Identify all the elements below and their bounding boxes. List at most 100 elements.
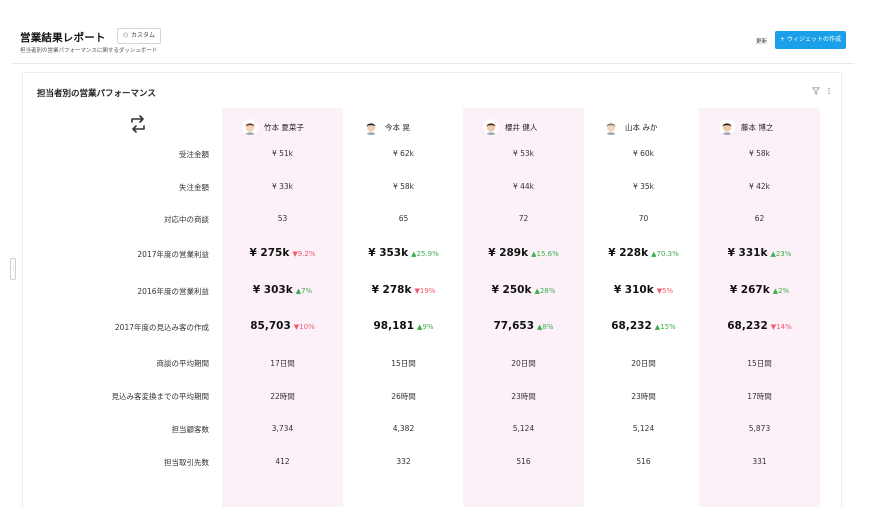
avatar <box>363 119 379 135</box>
cell-value: 98,181 <box>373 320 415 332</box>
change-percent: 19% <box>419 287 436 295</box>
cell-value: 5,124 <box>512 424 535 433</box>
cell-value: 77,653 <box>493 320 535 332</box>
more-vertical-icon[interactable] <box>827 87 831 97</box>
table-cell: 17日間 <box>222 358 343 369</box>
cell-value: 72 <box>518 214 529 223</box>
cell-value: 15日間 <box>747 359 772 368</box>
table-cell: 516 <box>583 457 704 466</box>
card-title: 担当者別の営業パフォーマンス <box>37 89 156 99</box>
table-cell: 23時間 <box>583 391 704 402</box>
change-down-badge: ▼19% <box>414 287 435 295</box>
table-cell: 5,124 <box>583 424 704 433</box>
header-divider <box>12 63 854 64</box>
table-cell: 5,124 <box>463 424 584 433</box>
table-cell: 20日間 <box>463 358 584 369</box>
table-cell: 98,181 ▲9% <box>343 320 464 332</box>
table-cell: 26時間 <box>343 391 464 402</box>
cell-value: 5,124 <box>632 424 655 433</box>
table-cell: ¥ 250k ▲28% <box>463 284 584 296</box>
person-header[interactable]: 山本 みか <box>603 117 657 137</box>
table-cell: ¥ 51k <box>222 149 343 158</box>
table-cell: 53 <box>222 214 343 223</box>
cell-value: ¥ 53k <box>512 149 535 158</box>
table-cell: 68,232 ▼14% <box>699 320 820 332</box>
cell-value: ¥ 267k <box>729 284 770 296</box>
swap-arrows-icon[interactable] <box>127 113 149 135</box>
cell-value: 62 <box>754 214 765 223</box>
cell-value: ¥ 51k <box>271 149 294 158</box>
cell-value: ¥ 250k <box>491 284 532 296</box>
change-up-badge: ▲8% <box>537 323 554 331</box>
person-header[interactable]: 今本 晃 <box>363 117 410 137</box>
table-cell: ¥ 60k <box>583 149 704 158</box>
table-cell: ¥ 44k <box>463 182 584 191</box>
avatar <box>603 119 619 135</box>
table-cell: ¥ 289k ▲15.6% <box>463 247 584 259</box>
change-percent: 23% <box>775 250 792 258</box>
person-name: 櫻井 健人 <box>505 122 538 132</box>
cell-value: 516 <box>516 457 531 466</box>
cell-value: 516 <box>636 457 651 466</box>
table-cell: ¥ 353k ▲25.9% <box>343 247 464 259</box>
cell-value: ¥ 44k <box>512 182 535 191</box>
table-cell: ¥ 275k ▼9.2% <box>222 247 343 259</box>
person-header[interactable]: 藤本 博之 <box>719 117 773 137</box>
refresh-link[interactable]: 更新 <box>756 37 767 45</box>
cell-value: ¥ 275k <box>249 247 290 259</box>
cell-value: ¥ 289k <box>488 247 529 259</box>
cell-value: 17日間 <box>270 359 295 368</box>
cell-value: ¥ 353k <box>368 247 409 259</box>
avatar <box>483 119 499 135</box>
create-widget-button[interactable]: + ウィジェットの作成 <box>775 31 846 49</box>
change-percent: 15.6% <box>536 250 559 258</box>
table-cell: 516 <box>463 457 584 466</box>
sidebar-toggle-handle[interactable]: ⋮ <box>10 258 16 280</box>
cell-value: 15日間 <box>391 359 416 368</box>
table-cell: ¥ 228k ▲70.3% <box>583 247 704 259</box>
row-label: 担当取引先数 <box>164 458 209 467</box>
table-cell: ¥ 42k <box>699 182 820 191</box>
cell-value: 68,232 <box>611 320 652 332</box>
table-cell: 3,734 <box>222 424 343 433</box>
avatar <box>242 119 258 135</box>
table-cell: 20日間 <box>583 358 704 369</box>
table-cell: 68,232 ▲15% <box>583 320 704 332</box>
user-icon: ⚇ <box>123 32 129 39</box>
table-cell: ¥ 331k ▲23% <box>699 247 820 259</box>
table-cell: 15日間 <box>699 358 820 369</box>
cell-value: 3,734 <box>271 424 294 433</box>
person-header[interactable]: 櫻井 健人 <box>483 117 537 137</box>
cell-value: ¥ 62k <box>392 149 415 158</box>
person-header[interactable]: 竹本 夏菜子 <box>242 117 304 137</box>
cell-value: 4,382 <box>392 424 415 433</box>
row-label: 担当顧客数 <box>171 425 210 434</box>
page-title: 営業結果レポート <box>20 32 106 44</box>
person-name: 今本 晃 <box>385 122 410 132</box>
cell-value: ¥ 303k <box>252 284 293 296</box>
cell-value: ¥ 331k <box>727 247 768 259</box>
row-label: 2017年度の見込み客の作成 <box>114 323 209 332</box>
table-cell: 332 <box>343 457 464 466</box>
person-name: 山本 みか <box>625 122 658 132</box>
change-percent: 9.2% <box>297 250 316 258</box>
change-percent: 10% <box>299 323 315 331</box>
table-cell: 72 <box>463 214 584 223</box>
custom-tag[interactable]: ⚇ カスタム <box>117 28 162 44</box>
table-cell: 85,703 ▼10% <box>222 320 343 332</box>
avatar <box>719 119 735 135</box>
cell-value: 22時間 <box>270 392 295 401</box>
cell-value: ¥ 310k <box>613 284 654 296</box>
cell-value: 65 <box>398 214 409 223</box>
cell-value: 332 <box>396 457 411 466</box>
change-up-badge: ▲15.6% <box>531 250 559 258</box>
row-label: 受注金額 <box>179 150 209 159</box>
cell-value: ¥ 228k <box>608 247 649 259</box>
table-cell: 15日間 <box>343 358 464 369</box>
row-label: 見込み客変換までの平均期間 <box>111 392 210 401</box>
cell-value: 23時間 <box>511 392 536 401</box>
cell-value: 20日間 <box>631 359 656 368</box>
filter-icon[interactable] <box>812 87 820 97</box>
change-up-badge: ▲9% <box>417 323 434 331</box>
table-cell: 5,873 <box>699 424 820 433</box>
